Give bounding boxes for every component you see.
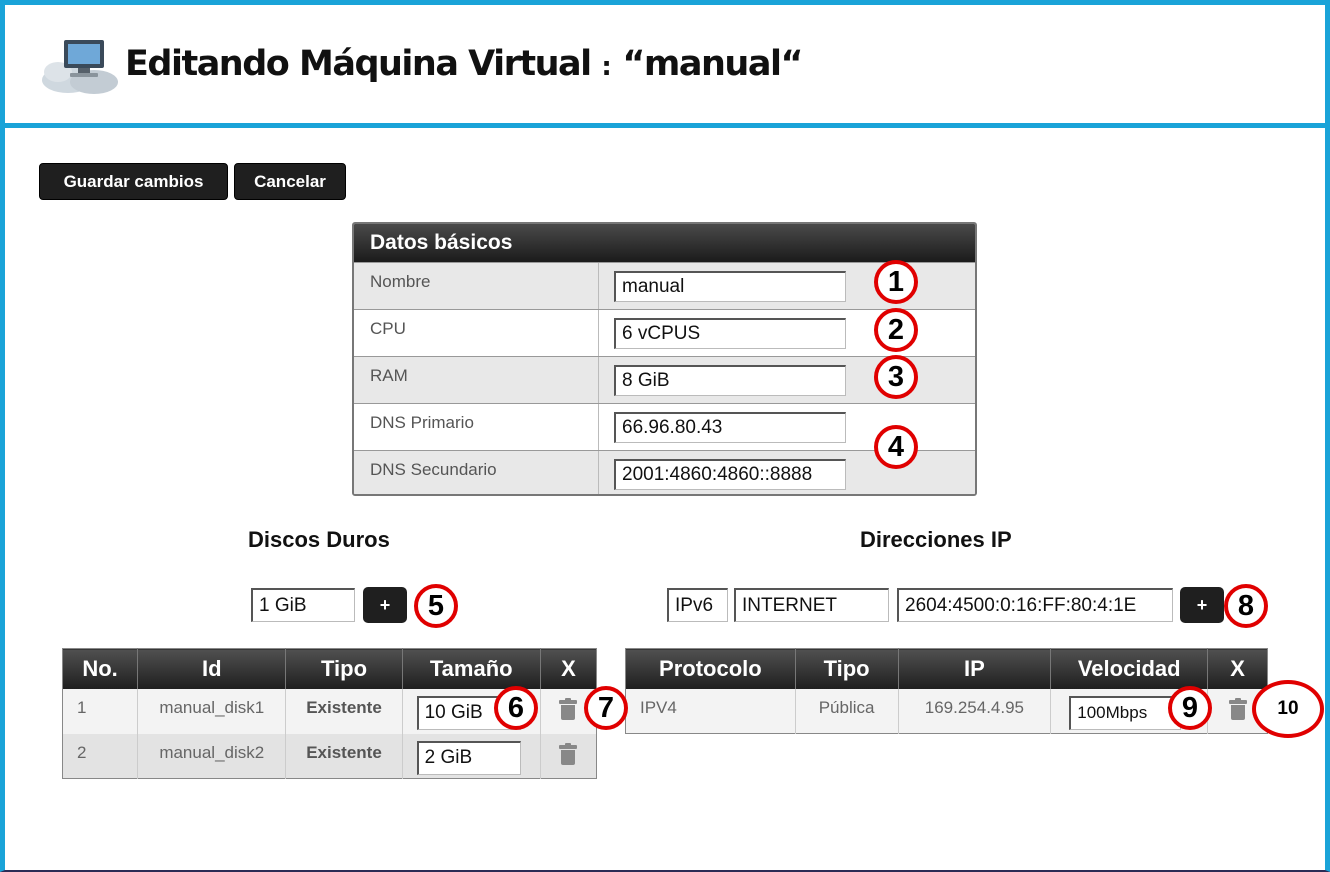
nombre-label: Nombre (370, 272, 431, 291)
callout-1: 1 (874, 260, 918, 304)
ip-speed-field[interactable] (1069, 695, 1182, 730)
ips-section-title: Direcciones IP (860, 527, 1012, 552)
table-row: 2 manual_disk2 Existente (62, 733, 597, 779)
cpu-label: CPU (370, 319, 406, 338)
column-header: Tipo (285, 648, 403, 689)
disk-no: 1 (62, 688, 138, 734)
column-header: X (1207, 648, 1268, 689)
new-ip-address-input[interactable] (897, 588, 1173, 622)
disk-id: manual_disk1 (137, 688, 286, 734)
page-title-text: Editando Máquina Virtual (125, 44, 592, 84)
vm-name-title: “manual“ (622, 44, 803, 84)
ip-address: 169.254.4.95 (897, 688, 1051, 734)
disks-table-header: No. Id Tipo Tamaño X (62, 648, 597, 689)
callout-6: 6 (494, 686, 538, 730)
ip-protocol: IPV4 (625, 688, 796, 734)
disk-type: Existente (285, 733, 403, 779)
trash-icon[interactable] (559, 742, 578, 765)
trash-icon[interactable] (559, 697, 578, 720)
cancel-button[interactable]: Cancelar (234, 163, 346, 200)
page-title-separator: : (601, 52, 612, 82)
dns-secondary-field[interactable] (614, 459, 846, 490)
add-disk-button[interactable]: + (363, 587, 407, 623)
column-header: X (539, 648, 597, 689)
callout-10: 10 (1252, 680, 1324, 738)
cpu-field[interactable] (614, 318, 846, 349)
callout-2: 2 (874, 308, 918, 352)
ips-table-header: Protocolo Tipo IP Velocidad X (625, 648, 1268, 689)
column-header: Velocidad (1050, 648, 1208, 689)
disk-size-field[interactable] (416, 740, 521, 775)
callout-5: 5 (414, 584, 458, 628)
ram-label: RAM (370, 366, 408, 385)
nombre-field[interactable] (614, 271, 846, 302)
column-header: No. (62, 648, 138, 689)
disk-delete-cell (539, 733, 597, 779)
callout-4: 4 (874, 425, 918, 469)
disk-id: manual_disk2 (137, 733, 286, 779)
column-header: IP (897, 648, 1051, 689)
new-ip-protocol-input[interactable] (667, 588, 728, 622)
add-ip-button[interactable]: + (1180, 587, 1224, 623)
column-header: Tipo (794, 648, 898, 689)
callout-8: 8 (1224, 584, 1268, 628)
disk-size-cell (401, 733, 541, 779)
disk-no: 2 (62, 733, 138, 779)
disks-section-title: Discos Duros (248, 527, 390, 552)
new-disk-size-input[interactable] (251, 588, 355, 622)
new-ip-type-input[interactable] (734, 588, 889, 622)
callout-9: 9 (1168, 686, 1212, 730)
disk-type: Existente (285, 688, 403, 734)
dns-primary-label: DNS Primario (370, 413, 474, 432)
basic-data-title: Datos básicos (354, 224, 975, 262)
dns-secondary-label: DNS Secundario (370, 460, 497, 479)
column-header: Protocolo (625, 648, 796, 689)
cloud-computer-icon (42, 40, 118, 94)
dns-primary-field[interactable] (614, 412, 846, 443)
save-button[interactable]: Guardar cambios (39, 163, 228, 200)
callout-7: 7 (584, 686, 628, 730)
page-title: Editando Máquina Virtual : “manual“ (125, 44, 803, 84)
callout-3: 3 (874, 355, 918, 399)
trash-icon[interactable] (1228, 697, 1247, 720)
column-header: Tamaño (401, 648, 541, 689)
column-header: Id (137, 648, 286, 689)
ip-type: Pública (794, 688, 898, 734)
ram-field[interactable] (614, 365, 846, 396)
